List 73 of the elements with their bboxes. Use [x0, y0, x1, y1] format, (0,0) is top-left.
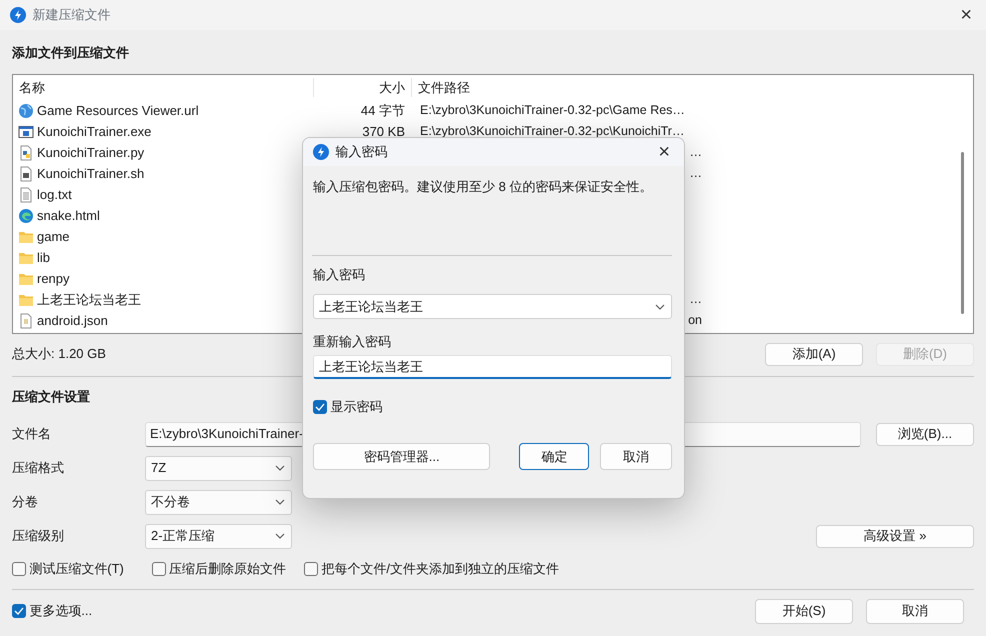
- close-button[interactable]: ×: [956, 5, 976, 25]
- file-size: 44 字节: [360, 102, 405, 118]
- file-name[interactable]: game: [37, 226, 70, 246]
- field-label: 压缩级别: [12, 527, 65, 546]
- add-button[interactable]: 添加(A): [765, 342, 863, 366]
- section-heading: 添加文件到压缩文件: [12, 44, 129, 62]
- file-path: E:\zybro\3KunoichiTrainer-0.32-pc\KunoichiTr…: [420, 124, 684, 138]
- file-path: …: [690, 292, 702, 306]
- window-title: 新建压缩文件: [32, 6, 110, 24]
- browse-button[interactable]: 浏览(B)...: [876, 422, 974, 446]
- file-name[interactable]: lib: [37, 248, 50, 268]
- field-label: 文件名: [12, 425, 52, 444]
- browser-icon: [18, 208, 34, 224]
- column-header[interactable]: 文件路径: [412, 78, 703, 98]
- file-path: …: [690, 145, 702, 160]
- file-name[interactable]: snake.html: [37, 206, 100, 226]
- file-name[interactable]: 上老王论坛当老王: [37, 290, 141, 310]
- text-file-icon: [18, 186, 34, 202]
- close-button[interactable]: ×: [654, 142, 674, 162]
- field-label: 重新输入密码: [313, 333, 391, 352]
- cancel-button[interactable]: 取消: [866, 598, 964, 624]
- field-label: 分卷: [12, 493, 39, 512]
- file-name[interactable]: Game Resources Viewer.url: [37, 100, 199, 120]
- checkbox[interactable]: [313, 400, 327, 414]
- column-header[interactable]: 名称: [13, 78, 313, 98]
- file-name[interactable]: android.json: [37, 310, 108, 330]
- file-path: E:\zybro\3KunoichiTrainer-0.32-pc\Game Res…: [420, 103, 685, 118]
- field-label: 输入密码: [313, 266, 365, 284]
- python-file-icon: [18, 144, 34, 160]
- checkbox-label[interactable]: 测试压缩文件(T): [29, 559, 124, 579]
- checkbox[interactable]: [12, 604, 26, 618]
- checkbox[interactable]: [12, 562, 26, 576]
- scrollbar-thumb[interactable]: [961, 152, 964, 314]
- dialog-description: 输入压缩包密码。建议使用至少 8 位的密码来保证安全性。: [313, 178, 652, 196]
- advanced-settings-button[interactable]: 高级设置 »: [816, 524, 974, 548]
- caret-icon[interactable]: [275, 465, 285, 471]
- field-label: 压缩格式: [12, 459, 65, 478]
- caret-icon[interactable]: [275, 499, 285, 505]
- total-size: 总大小: 1.20 GB: [12, 345, 106, 364]
- caret-icon[interactable]: [655, 304, 665, 310]
- confirm-password-field[interactable]: 上老王论坛当老王: [313, 355, 672, 379]
- file-name[interactable]: log.txt: [37, 184, 72, 204]
- dialog-title: 输入密码: [336, 143, 388, 162]
- checkbox-label[interactable]: 显示密码: [330, 397, 382, 416]
- start-button[interactable]: 开始(S): [755, 598, 853, 624]
- checkbox-label[interactable]: 压缩后删除原始文件: [169, 559, 286, 579]
- checkbox[interactable]: [304, 562, 318, 576]
- globe-icon: [18, 102, 34, 118]
- app-icon: [10, 7, 26, 23]
- checkbox[interactable]: [152, 562, 166, 576]
- app-icon: [313, 144, 329, 160]
- file-path: …: [690, 166, 702, 180]
- program-window-icon: [18, 124, 34, 140]
- file-name[interactable]: KunoichiTrainer.exe: [37, 122, 152, 142]
- file-name[interactable]: KunoichiTrainer.py: [37, 142, 144, 162]
- json-file-icon: [18, 312, 34, 328]
- cancel-button[interactable]: 取消: [600, 443, 672, 470]
- caret-icon[interactable]: [275, 533, 285, 539]
- dropdown[interactable]: 7Z: [145, 456, 292, 480]
- dropdown[interactable]: 2-正常压缩: [145, 524, 292, 548]
- section-heading: 压缩文件设置: [12, 388, 90, 406]
- password-manager-button[interactable]: 密码管理器...: [313, 443, 490, 470]
- checkbox-label[interactable]: 把每个文件/文件夹添加到独立的压缩文件: [321, 559, 559, 579]
- column-header[interactable]: 大小: [313, 78, 412, 98]
- file-name[interactable]: renpy: [37, 268, 70, 288]
- password-combo[interactable]: 上老王论坛当老王: [313, 294, 672, 319]
- file-path: on: [688, 313, 702, 328]
- ok-button[interactable]: 确定: [519, 443, 590, 470]
- file-size: 370 KB: [362, 124, 405, 139]
- file-name[interactable]: KunoichiTrainer.sh: [37, 164, 144, 184]
- checkbox-label[interactable]: 更多选项...: [29, 601, 92, 621]
- dropdown[interactable]: 不分卷: [145, 490, 292, 514]
- script-file-icon: [18, 166, 34, 182]
